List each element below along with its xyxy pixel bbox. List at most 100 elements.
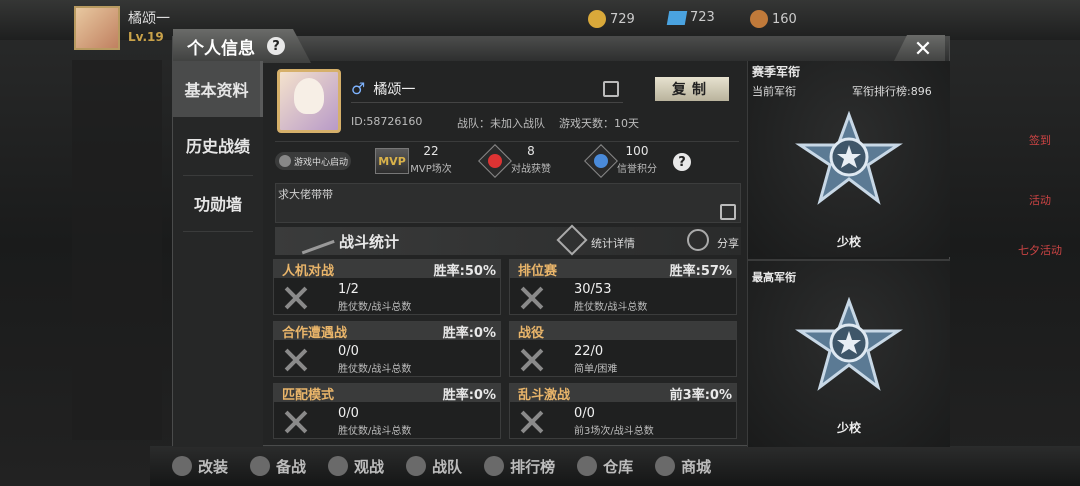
player-name: 橘颂一 [128,11,170,27]
current-rank-badge-icon [795,111,903,205]
coin-value: 729 [610,11,635,27]
stat-card-brawl[interactable]: 乱斗激战 前3率:0% 0/0 前3场次/战斗总数 [509,383,737,439]
name-row: ♂ 橘颂一 [351,75,623,103]
nav-modify[interactable]: 改装 [172,456,228,477]
nav-label: 改装 [198,457,229,476]
profile-panel: 个人信息 ? ✕ 基本资料 历史战绩 功勋墙 ♂ 橘颂一 复制 ID:58726… [172,29,950,447]
nav-spectate[interactable]: 观战 [328,456,384,477]
card-rate: 胜率:0% [442,387,496,403]
player-level: Lv.19 [128,30,164,44]
coin-counter[interactable]: 729 [588,10,635,28]
card-label: 胜仗数/战斗总数 [338,302,412,313]
help-icon[interactable]: ? [267,37,285,55]
game-center-button[interactable]: 游戏中心启动 [275,152,351,170]
card-value: 0/0 [338,406,359,421]
stats-detail-link[interactable]: 统计详情 [591,235,635,251]
stat-card-campaign[interactable]: 战役 22/0 简单/困难 [509,321,737,377]
card-label: 胜仗数/战斗总数 [338,426,412,437]
nav-label: 排行榜 [510,457,556,476]
edit-name-icon[interactable] [603,81,619,97]
likes-label: 对战获赞 [511,164,551,175]
credit-value: 100 [625,144,649,158]
ticket-icon [750,10,768,28]
stat-card-ranked[interactable]: 排位赛 胜率:57% 30/53 胜仗数/战斗总数 [509,259,737,315]
wrench-icon [172,456,192,476]
share-icon[interactable] [687,229,709,251]
card-header: 战役 [510,322,736,341]
edit-signature-icon[interactable] [720,204,736,220]
nav-leaderboard[interactable]: 排行榜 [484,456,555,477]
likes-value: 8 [527,144,535,158]
bottom-nav: 改装 备战 观战 战队 排行榜 仓库 商城 [150,446,1080,486]
crossed-swords-icon [518,284,546,312]
stats-row: 游戏中心启动 MVP 22 MVP场次 8 对战获赞 100 信誉积分 ? [275,141,739,181]
tab-honor-wall[interactable]: 功勋墙 [173,175,263,231]
current-rank-label: 当前军衔 [752,85,796,98]
top-bar: 橘颂一 Lv.19 729 723 160 [0,0,1080,50]
rifle-icon [297,227,335,255]
star-icon [328,456,349,476]
nav-divider [183,231,253,232]
nav-label: 战队 [432,457,463,476]
highest-rank-name: 少校 [836,421,861,435]
card-title: 排位赛 [518,263,558,279]
trophy-icon [484,456,505,476]
rank-leaderboard-link[interactable]: 军衔排行榜:896 [852,83,932,99]
season-rank-section: 赛季军衔 当前军衔 军衔排行榜:896 少校 [748,61,950,257]
stat-card-match[interactable]: 匹配模式 胜率:0% 0/0 胜仗数/战斗总数 [273,383,501,439]
card-header: 乱斗激战 前3率:0% [510,384,736,403]
gem-counter[interactable]: 723 [666,10,715,25]
checkin-label[interactable]: 签到 [1010,132,1070,148]
profile-name: 橘颂一 [373,81,416,98]
card-title: 战役 [518,325,545,341]
card-label: 简单/困难 [574,364,618,375]
game-center-label: 游戏中心启动 [294,157,349,168]
card-value: 1/2 [338,282,359,297]
profile-main: ♂ 橘颂一 复制 ID:58726160 战队：未加入战队 游戏天数：10天 游… [265,61,747,447]
card-value: 0/0 [338,344,359,359]
card-rate: 胜率:0% [442,325,496,341]
team-icon [406,456,427,476]
nav-shop[interactable]: 商城 [655,456,711,477]
rank-panel: 赛季军衔 当前军衔 军衔排行榜:896 少校 最高军衔 少校 [747,61,950,447]
crossed-swords-icon [518,408,546,436]
tab-history[interactable]: 历史战绩 [173,117,263,173]
panel-title-tab: 个人信息 ? [173,29,311,63]
credit-help-icon[interactable]: ? [673,153,691,171]
nav-label: 商城 [681,457,712,476]
highest-rank-badge-icon [795,297,903,391]
card-header: 匹配模式 胜率:0% [274,384,500,403]
nav-team[interactable]: 战队 [406,456,462,477]
nav-label: 观战 [354,457,385,476]
card-label: 胜仗数/战斗总数 [574,302,648,313]
player-id: ID:58726160 [351,115,423,128]
tab-basic-info[interactable]: 基本资料 [173,61,263,117]
player-avatar[interactable] [74,6,120,50]
signature-box: 求大佬带带 [275,183,741,223]
warehouse-icon [577,456,598,476]
current-rank-name: 少校 [836,235,861,249]
qixi-label[interactable]: 七夕活动 [1010,242,1070,258]
ticket-counter[interactable]: 160 [750,10,797,28]
crossed-swords-icon [282,408,310,436]
card-title: 乱斗激战 [518,387,571,403]
activity-label[interactable]: 活动 [1010,192,1070,208]
card-value: 22/0 [574,344,604,359]
card-rate: 前3率:0% [669,387,732,403]
copy-button[interactable]: 复制 [655,77,729,101]
nav-warehouse[interactable]: 仓库 [577,456,633,477]
battle-stats-title: 战斗统计 [339,233,400,251]
card-value: 30/53 [574,282,612,297]
stat-card-pve[interactable]: 人机对战 胜率:50% 1/2 胜仗数/战斗总数 [273,259,501,315]
card-header: 排位赛 胜率:57% [510,260,736,279]
season-rank-title: 赛季军衔 [752,65,801,79]
nav-prepare[interactable]: 备战 [250,456,306,477]
card-title: 合作遭遇战 [282,325,348,341]
stat-card-coop[interactable]: 合作遭遇战 胜率:0% 0/0 胜仗数/战斗总数 [273,321,501,377]
card-title: 匹配模式 [282,387,335,403]
share-link[interactable]: 分享 [717,235,739,251]
mvp-label: MVP场次 [410,164,452,175]
profile-avatar[interactable] [277,69,341,133]
stats-detail-icon[interactable] [556,224,588,256]
card-label: 前3场次/战斗总数 [574,426,654,437]
